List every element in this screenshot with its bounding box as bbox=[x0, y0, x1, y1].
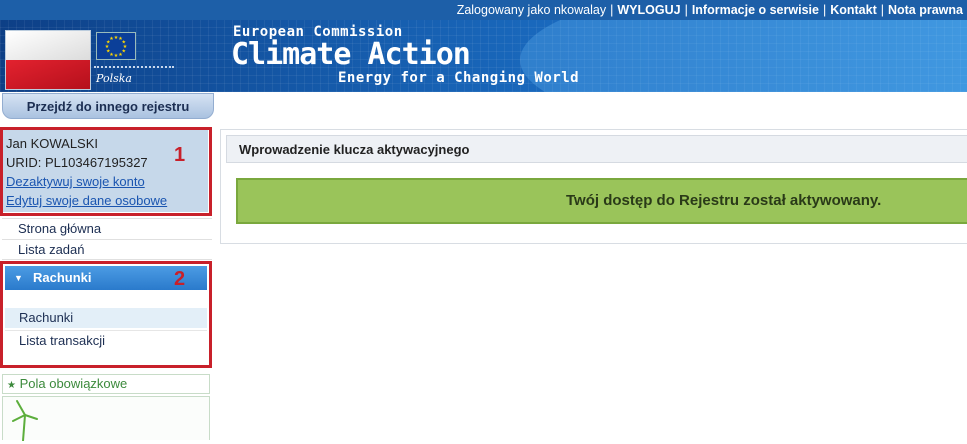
nav-home[interactable]: Strona główna bbox=[18, 221, 101, 236]
svg-text:★: ★ bbox=[109, 36, 114, 42]
annotation-box-1 bbox=[0, 127, 212, 216]
required-fields-legend: ★ Pola obowiązkowe bbox=[2, 374, 210, 394]
required-star-icon: ★ bbox=[7, 380, 16, 391]
success-message: Twój dostęp do Rejestru został aktywowan… bbox=[236, 178, 967, 224]
banner-swoosh bbox=[520, 20, 967, 92]
nav-divider bbox=[2, 259, 212, 260]
logout-link[interactable]: WYLOGUJ bbox=[617, 3, 680, 17]
legal-link[interactable]: Nota prawna bbox=[888, 3, 963, 17]
dotted-divider bbox=[94, 66, 174, 68]
eu-flag-icon: ★ ★ ★ ★ ★ ★ ★ ★ ★ ★ ★ ★ bbox=[96, 32, 136, 60]
separator: | bbox=[684, 3, 688, 17]
country-name: Polska bbox=[96, 72, 132, 85]
poland-flag-icon bbox=[5, 30, 91, 90]
username: nkowalay bbox=[553, 3, 607, 17]
logged-as-label: Zalogowany jako bbox=[456, 3, 551, 17]
separator: | bbox=[610, 3, 614, 17]
svg-text:★: ★ bbox=[118, 52, 123, 58]
annotation-number-1: 1 bbox=[174, 144, 186, 166]
required-fields-label: Pola obowiązkowe bbox=[19, 376, 128, 391]
site-title: Climate Action bbox=[231, 37, 471, 72]
contact-link[interactable]: Kontakt bbox=[830, 3, 877, 17]
eu-stars-icon: ★ ★★ ★★★ ★★★ ★★★ bbox=[105, 35, 128, 59]
separator: | bbox=[822, 3, 827, 17]
nav-divider bbox=[2, 239, 212, 240]
nav-task-list[interactable]: Lista zadań bbox=[18, 242, 85, 257]
header-banner: ★ ★ ★ ★ ★ ★ ★ ★ ★ ★ ★ ★ Polska European Commissi… bbox=[0, 20, 967, 92]
flag-white-stripe bbox=[6, 31, 90, 60]
panel-title: Wprowadzenie klucza aktywacyjnego bbox=[226, 135, 967, 163]
top-bar: Zalogowany jako nkowalay | WYLOGUJ | Inf… bbox=[0, 0, 967, 20]
switch-registry-button[interactable]: Przejdź do innego rejestru bbox=[2, 93, 214, 119]
site-tagline: Energy for a Changing World bbox=[338, 70, 580, 86]
nav-divider bbox=[2, 218, 212, 219]
separator: | bbox=[880, 3, 884, 17]
wind-turbine-icon bbox=[12, 400, 38, 442]
svg-text:★: ★ bbox=[114, 53, 119, 59]
wind-turbine-illustration bbox=[2, 396, 210, 442]
annotation-number-2: 2 bbox=[174, 268, 186, 290]
flag-red-stripe bbox=[6, 60, 90, 89]
about-link[interactable]: Informacje o serwisie bbox=[692, 3, 819, 17]
